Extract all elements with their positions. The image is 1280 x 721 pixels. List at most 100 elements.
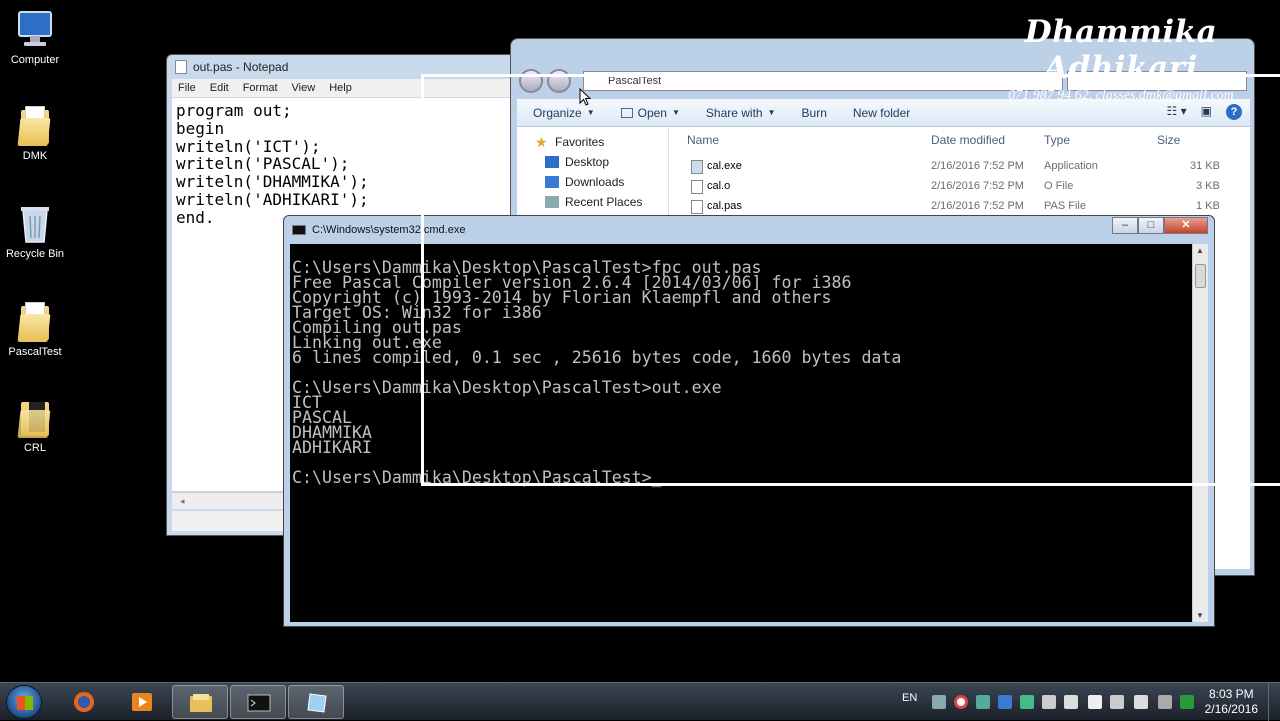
window-controls: – □ ✕ [1112, 217, 1208, 234]
open-button[interactable]: Open ▼ [620, 105, 680, 120]
column-header-size[interactable]: Size [1157, 133, 1180, 147]
recent-places-icon [545, 196, 559, 208]
burn-button[interactable]: Burn [802, 106, 827, 120]
menu-edit[interactable]: Edit [210, 82, 229, 94]
organize-label: Organize [533, 105, 582, 120]
desktop-icon-recycle-bin[interactable]: Recycle Bin [2, 202, 68, 260]
scroll-up-icon[interactable]: ▲ [1196, 246, 1204, 255]
notepad-icon [307, 693, 327, 713]
file-icon [691, 200, 703, 214]
file-name: cal.o [707, 180, 731, 192]
tray-usb-icon[interactable] [1042, 695, 1056, 709]
star-icon: ★ [535, 134, 548, 150]
column-header-date[interactable]: Date modified [931, 133, 1005, 147]
notepad-icon [175, 60, 187, 74]
minimize-button[interactable]: – [1112, 217, 1138, 234]
desktop-icon-crl[interactable]: CRL [2, 396, 68, 454]
file-size: 31 KB [1190, 160, 1220, 172]
language-indicator[interactable]: EN [902, 692, 917, 704]
clock[interactable]: 8:03 PM 2/16/2016 [1205, 687, 1258, 717]
desktop-icon-computer[interactable]: Computer [2, 8, 68, 66]
notepad-menubar: File Edit Format View Help [172, 79, 510, 97]
taskbar-notepad[interactable] [288, 685, 344, 719]
show-desktop-button[interactable] [1268, 683, 1280, 721]
battery-icon[interactable] [1180, 695, 1194, 709]
taskbar-media-player[interactable] [114, 685, 170, 719]
help-icon[interactable]: ? [1226, 104, 1242, 120]
windows-logo-icon [17, 696, 33, 710]
file-row[interactable]: cal.exe 2/16/2016 7:52 PM Application 31… [669, 157, 1250, 177]
nav-label: Recent Places [565, 195, 643, 209]
watermark-name: Dhammika Adhikari [1024, 14, 1218, 86]
tray-signal-icon[interactable] [1158, 695, 1172, 709]
share-with-label: Share with [705, 105, 763, 120]
tray-app-icon[interactable] [976, 695, 990, 709]
menu-help[interactable]: Help [329, 82, 352, 94]
file-row[interactable]: cal.o 2/16/2016 7:52 PM O File 3 KB [669, 177, 1250, 197]
forward-button[interactable] [547, 69, 571, 93]
console-vertical-scrollbar[interactable]: ▲ ▼ [1192, 244, 1208, 622]
tray-network-icon[interactable] [932, 695, 946, 709]
scroll-down-icon[interactable]: ▼ [1196, 611, 1204, 620]
tray-security-icon[interactable] [1020, 695, 1034, 709]
desktop-icon-label: DMK [22, 150, 48, 162]
tray-bluetooth-icon[interactable] [998, 695, 1012, 709]
mouse-cursor-icon [579, 88, 591, 106]
back-button[interactable] [519, 69, 543, 93]
tray-flag-icon[interactable] [1088, 695, 1102, 709]
tray-device-icon[interactable] [1064, 695, 1078, 709]
taskbar-firefox[interactable] [56, 685, 112, 719]
nav-item-favorites[interactable]: ★ Favorites [535, 135, 604, 149]
volume-icon[interactable] [1134, 695, 1148, 709]
taskbar-cmd[interactable] [230, 685, 286, 719]
file-row[interactable]: cal.pas 2/16/2016 7:52 PM PAS File 1 KB [669, 197, 1250, 217]
file-name: cal.pas [707, 200, 742, 212]
folder-icon [15, 396, 55, 438]
file-icon [691, 180, 703, 194]
column-header-name[interactable]: Name [687, 133, 719, 147]
scroll-left-icon[interactable]: ◂ [180, 496, 185, 506]
recording-frame-bottom [421, 483, 1280, 486]
console-output[interactable]: C:\Users\Dammika\Desktop\PascalTest>fpc … [290, 244, 1192, 622]
tray-power-icon[interactable] [1110, 695, 1124, 709]
recycle-bin-icon [15, 202, 55, 244]
view-options-icon[interactable]: ☷ ▾ [1167, 104, 1187, 120]
file-type: PAS File [1044, 200, 1086, 212]
clock-date: 2/16/2016 [1204, 702, 1258, 716]
downloads-icon [545, 176, 559, 188]
scrollbar-thumb[interactable] [1195, 264, 1206, 288]
tray-record-icon[interactable] [954, 695, 968, 709]
folder-icon [15, 300, 55, 342]
desktop-icon-dmk[interactable]: DMK [2, 104, 68, 162]
close-button[interactable]: ✕ [1164, 217, 1208, 234]
nav-item-recent-places[interactable]: Recent Places [545, 195, 642, 209]
maximize-button[interactable]: □ [1138, 217, 1164, 234]
exe-file-icon [691, 160, 703, 174]
file-name: cal.exe [707, 160, 742, 172]
preview-pane-icon[interactable]: ▣ [1201, 104, 1212, 120]
cmd-icon [247, 694, 271, 712]
start-button[interactable] [6, 685, 42, 719]
watermark-contact: 071 987 94 62, classes.dmk@gmail.com [1008, 88, 1234, 103]
organize-button[interactable]: Organize ▼ [533, 106, 595, 120]
desktop-icon-pascaltest[interactable]: PascalTest [2, 300, 68, 358]
column-header-type[interactable]: Type [1044, 133, 1070, 147]
chevron-down-icon: ▼ [586, 108, 595, 117]
taskbar-explorer[interactable] [172, 685, 228, 719]
nav-item-desktop[interactable]: Desktop [545, 155, 609, 169]
cmd-title: C:\Windows\system32\cmd.exe [312, 224, 466, 236]
share-with-button[interactable]: Share with ▼ [706, 106, 776, 120]
desktop-icon-label: Computer [10, 54, 60, 66]
file-size: 1 KB [1196, 200, 1220, 212]
chevron-down-icon: ▼ [767, 108, 776, 117]
menu-format[interactable]: Format [243, 82, 278, 94]
menu-view[interactable]: View [292, 82, 316, 94]
open-label: Open [637, 105, 667, 120]
explorer-icon [190, 694, 212, 712]
desktop: Computer DMK Recycle Bin PascalTest CRL … [0, 0, 1280, 682]
new-folder-button[interactable]: New folder [853, 106, 910, 120]
menu-file[interactable]: File [178, 82, 196, 94]
file-date: 2/16/2016 7:52 PM [931, 200, 1024, 212]
nav-item-downloads[interactable]: Downloads [545, 175, 624, 189]
folder-icon [15, 104, 55, 146]
